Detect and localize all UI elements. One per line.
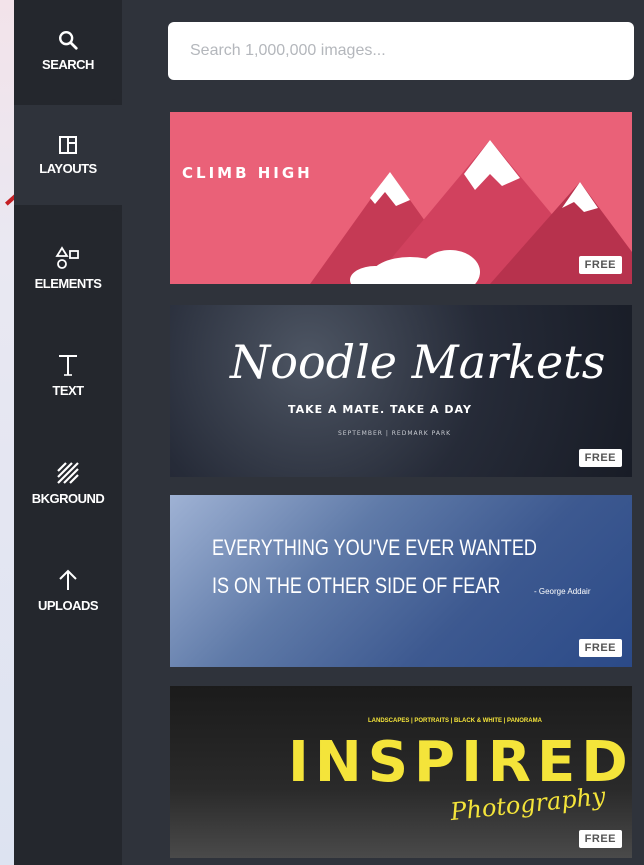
sidebar-item-label: TEXT: [52, 382, 84, 398]
side-navigation: SEARCH LAYOUTS ELEMENTS TEXT BKGROUND UP…: [14, 0, 122, 865]
layouts-icon: [59, 135, 77, 154]
card-title: CLIMB HIGH: [182, 164, 313, 182]
layout-card-noodle-markets[interactable]: Noodle Markets TAKE A MATE. TAKE A DAY S…: [170, 305, 632, 477]
free-badge: FREE: [578, 639, 622, 657]
sidebar-item-label: UPLOADS: [37, 597, 99, 613]
sidebar-item-text[interactable]: TEXT: [14, 325, 122, 425]
free-badge: FREE: [578, 449, 622, 467]
sidebar-item-search[interactable]: SEARCH: [14, 0, 122, 100]
card-details: SEPTEMBER | REDMARK PARK: [338, 430, 452, 437]
sidebar-item-label: LAYOUTS: [39, 160, 97, 176]
layout-card-inspired-photography[interactable]: LANDSCAPES | PORTRAITS | BLACK & WHITE |…: [170, 686, 632, 858]
card-title: Noodle Markets: [230, 335, 606, 389]
search-icon: [59, 30, 78, 50]
search-input[interactable]: [168, 22, 634, 80]
quote-line-2: IS ON THE OTHER SIDE OF FEAR: [212, 573, 501, 598]
sidebar-item-background[interactable]: BKGROUND: [14, 433, 122, 533]
sidebar-item-label: BKGROUND: [31, 490, 105, 506]
background-icon: [57, 461, 79, 484]
sidebar-item-layouts[interactable]: LAYOUTS: [14, 105, 122, 205]
quote-author: - George Addair: [534, 587, 591, 596]
upload-icon: [59, 569, 77, 590]
text-icon: [59, 354, 77, 376]
mountain-illustration: [310, 140, 632, 284]
free-badge: FREE: [578, 830, 622, 848]
card-subtitle: TAKE A MATE. TAKE A DAY: [288, 403, 472, 416]
sidebar-item-label: ELEMENTS: [34, 275, 102, 291]
layout-card-quote[interactable]: EVERYTHING YOU'VE EVER WANTED IS ON THE …: [170, 495, 632, 667]
elements-icon: [55, 245, 79, 269]
sidebar-item-elements[interactable]: ELEMENTS: [14, 218, 122, 318]
layouts-panel: CLIMB HIGH FREE Noodle Markets TAKE A MA…: [122, 0, 644, 865]
free-badge: FREE: [578, 256, 622, 274]
quote-line-1: EVERYTHING YOU'VE EVER WANTED: [212, 535, 537, 560]
page-background: [0, 0, 14, 865]
design-editor: SEARCH LAYOUTS ELEMENTS TEXT BKGROUND UP…: [14, 0, 644, 865]
card-tagline: LANDSCAPES | PORTRAITS | BLACK & WHITE |…: [368, 718, 542, 724]
sidebar-item-label: SEARCH: [42, 56, 94, 72]
layout-card-climb-high[interactable]: CLIMB HIGH FREE: [170, 112, 632, 284]
sidebar-item-uploads[interactable]: UPLOADS: [14, 540, 122, 640]
